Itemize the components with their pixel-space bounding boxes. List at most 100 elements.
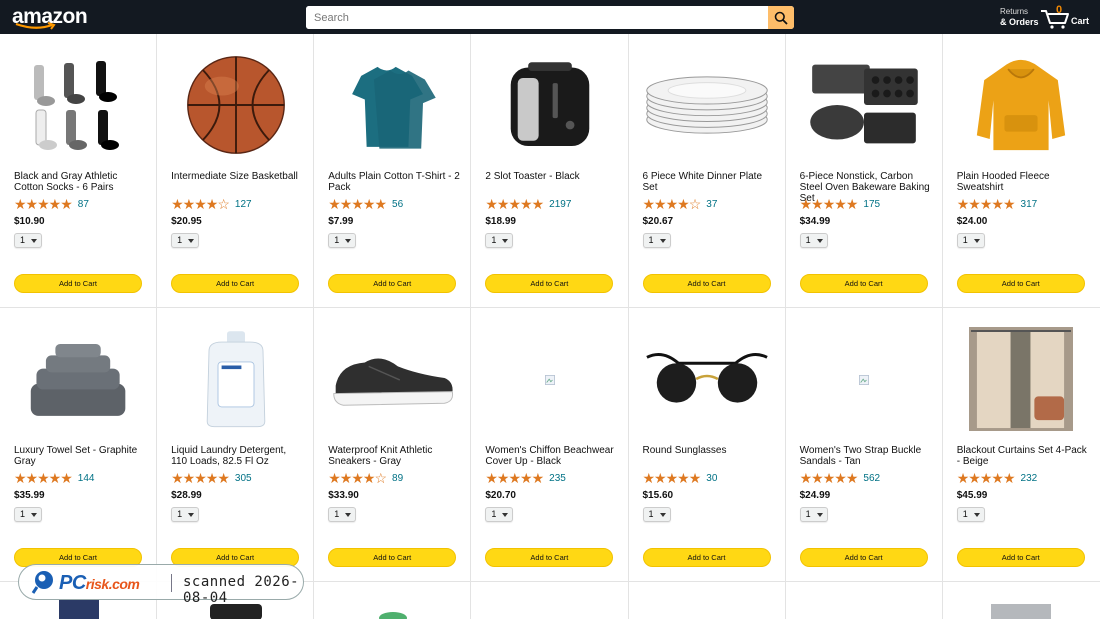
quantity-select[interactable]: 1 (485, 233, 514, 248)
quantity-select[interactable]: 1 (171, 507, 200, 522)
rating-count[interactable]: 30 (706, 473, 717, 484)
product-title[interactable]: Plain Hooded Fleece Sweatshirt (957, 171, 1089, 193)
product-image[interactable] (14, 599, 143, 619)
quantity-select[interactable]: 1 (956, 507, 985, 522)
product-image[interactable] (14, 326, 143, 436)
product-image[interactable] (643, 52, 772, 162)
quantity-select[interactable]: 1 (328, 507, 357, 522)
product-image[interactable] (14, 52, 143, 162)
add-to-cart-button[interactable]: Add to Cart (485, 548, 614, 567)
product-rating[interactable]: ★★★★★ 232 (957, 471, 1037, 485)
quantity-select[interactable]: 1 (14, 507, 42, 522)
rating-count[interactable]: 2197 (549, 199, 571, 210)
product-image[interactable] (957, 52, 1086, 162)
product-image[interactable] (328, 602, 457, 619)
product-card: Luxury Towel Set - Graphite Gray ★★★★★ 144… (0, 308, 158, 582)
product-title[interactable]: 2 Slot Toaster - Black (485, 171, 617, 182)
product-title[interactable]: Black and Gray Athletic Cotton Socks - 6… (14, 171, 146, 193)
product-rating[interactable]: ★★★★★ 144 (14, 471, 94, 485)
product-image[interactable] (800, 326, 929, 436)
add-to-cart-button[interactable]: Add to Cart (642, 274, 771, 293)
product-rating[interactable]: ★★★★☆ 89 (328, 471, 403, 485)
rating-count[interactable]: 127 (235, 199, 252, 210)
quantity-select[interactable]: 1 (799, 233, 828, 248)
returns-label: Returns (1000, 7, 1029, 16)
add-to-cart-button[interactable]: Add to Cart (171, 274, 300, 293)
product-rating[interactable]: ★★★★★ 305 (171, 471, 251, 485)
add-to-cart-button[interactable]: Add to Cart (328, 548, 457, 567)
product-rating[interactable]: ★★★★★ 56 (328, 197, 403, 211)
rating-stars-icon: ★★★★☆ (642, 196, 702, 212)
rating-stars-icon: ★★★★★ (14, 470, 73, 486)
rating-stars-icon: ★★★★★ (799, 196, 859, 212)
product-rating[interactable]: ★★★★★ 2197 (485, 197, 571, 211)
product-card-partial (314, 582, 472, 619)
product-image[interactable] (485, 326, 614, 436)
product-image[interactable] (643, 326, 772, 436)
product-rating[interactable]: ★★★★★ 87 (14, 197, 89, 211)
quantity-value: 1 (962, 509, 968, 519)
rating-count[interactable]: 175 (863, 199, 880, 210)
product-image[interactable] (171, 52, 300, 162)
product-title[interactable]: Waterproof Knit Athletic Sneakers - Gray (328, 445, 460, 467)
chevron-down-icon (31, 513, 37, 517)
product-rating[interactable]: ★★★★☆ 127 (171, 197, 251, 211)
add-to-cart-button[interactable]: Add to Cart (485, 274, 614, 293)
quantity-value: 1 (177, 509, 183, 519)
product-rating[interactable]: ★★★★★ 30 (643, 471, 718, 485)
quantity-select[interactable]: 1 (485, 507, 514, 522)
product-rating[interactable]: ★★★★★ 175 (800, 197, 880, 211)
product-title[interactable]: Women's Chiffon Beachwear Cover Up - Bla… (485, 445, 617, 467)
quantity-select[interactable]: 1 (642, 233, 671, 248)
returns-orders-link[interactable]: Returns & Orders (1000, 7, 1039, 27)
rating-count[interactable]: 144 (78, 473, 95, 484)
rating-count[interactable]: 317 (1021, 199, 1038, 210)
product-image[interactable] (957, 602, 1086, 619)
rating-count[interactable]: 89 (392, 473, 403, 484)
product-title[interactable]: Blackout Curtains Set 4-Pack - Beige (957, 445, 1089, 467)
add-to-cart-button[interactable]: Add to Cart (328, 274, 457, 293)
product-card: Round Sunglasses ★★★★★ 30 $15.60 1 Add to Car… (629, 308, 786, 582)
product-image[interactable] (957, 326, 1086, 436)
rating-count[interactable]: 562 (863, 473, 880, 484)
quantity-select[interactable]: 1 (799, 507, 828, 522)
rating-count[interactable]: 87 (78, 199, 89, 210)
product-image[interactable] (328, 326, 457, 436)
quantity-select[interactable]: 1 (14, 233, 42, 248)
quantity-select[interactable]: 1 (642, 507, 671, 522)
add-to-cart-button[interactable]: Add to Cart (799, 274, 928, 293)
product-title[interactable]: 6 Piece White Dinner Plate Set (643, 171, 775, 193)
product-image[interactable] (800, 52, 929, 162)
product-title[interactable]: Round Sunglasses (643, 445, 775, 456)
add-to-cart-button[interactable]: Add to Cart (956, 274, 1085, 293)
product-title[interactable]: Liquid Laundry Detergent, 110 Loads, 82.… (171, 445, 303, 467)
rating-count[interactable]: 235 (549, 473, 566, 484)
quantity-select[interactable]: 1 (171, 233, 200, 248)
cart-button[interactable]: 0 Cart (1040, 4, 1098, 30)
search-input[interactable] (306, 6, 768, 29)
orders-label: & Orders (1000, 17, 1039, 27)
add-to-cart-button[interactable]: Add to Cart (14, 274, 142, 293)
add-to-cart-button[interactable]: Add to Cart (799, 548, 928, 567)
rating-count[interactable]: 305 (235, 473, 252, 484)
quantity-select[interactable]: 1 (956, 233, 985, 248)
product-row: Luxury Towel Set - Graphite Gray ★★★★★ 144… (0, 308, 1100, 582)
quantity-select[interactable]: 1 (328, 233, 357, 248)
rating-count[interactable]: 232 (1021, 473, 1038, 484)
product-image[interactable] (485, 52, 614, 162)
add-to-cart-button[interactable]: Add to Cart (642, 548, 771, 567)
product-rating[interactable]: ★★★★★ 317 (957, 197, 1037, 211)
product-title[interactable]: Luxury Towel Set - Graphite Gray (14, 445, 146, 467)
search-button[interactable] (768, 6, 794, 29)
rating-count[interactable]: 56 (392, 199, 403, 210)
product-rating[interactable]: ★★★★☆ 37 (643, 197, 718, 211)
product-image[interactable] (171, 326, 300, 436)
product-title[interactable]: Intermediate Size Basketball (171, 171, 303, 182)
product-rating[interactable]: ★★★★★ 562 (800, 471, 880, 485)
add-to-cart-button[interactable]: Add to Cart (956, 548, 1085, 567)
rating-count[interactable]: 37 (706, 199, 717, 210)
product-title[interactable]: Adults Plain Cotton T-Shirt - 2 Pack (328, 171, 460, 193)
product-image[interactable] (328, 52, 457, 162)
product-rating[interactable]: ★★★★★ 235 (485, 471, 565, 485)
product-title[interactable]: Women's Two Strap Buckle Sandals - Tan (800, 445, 932, 467)
